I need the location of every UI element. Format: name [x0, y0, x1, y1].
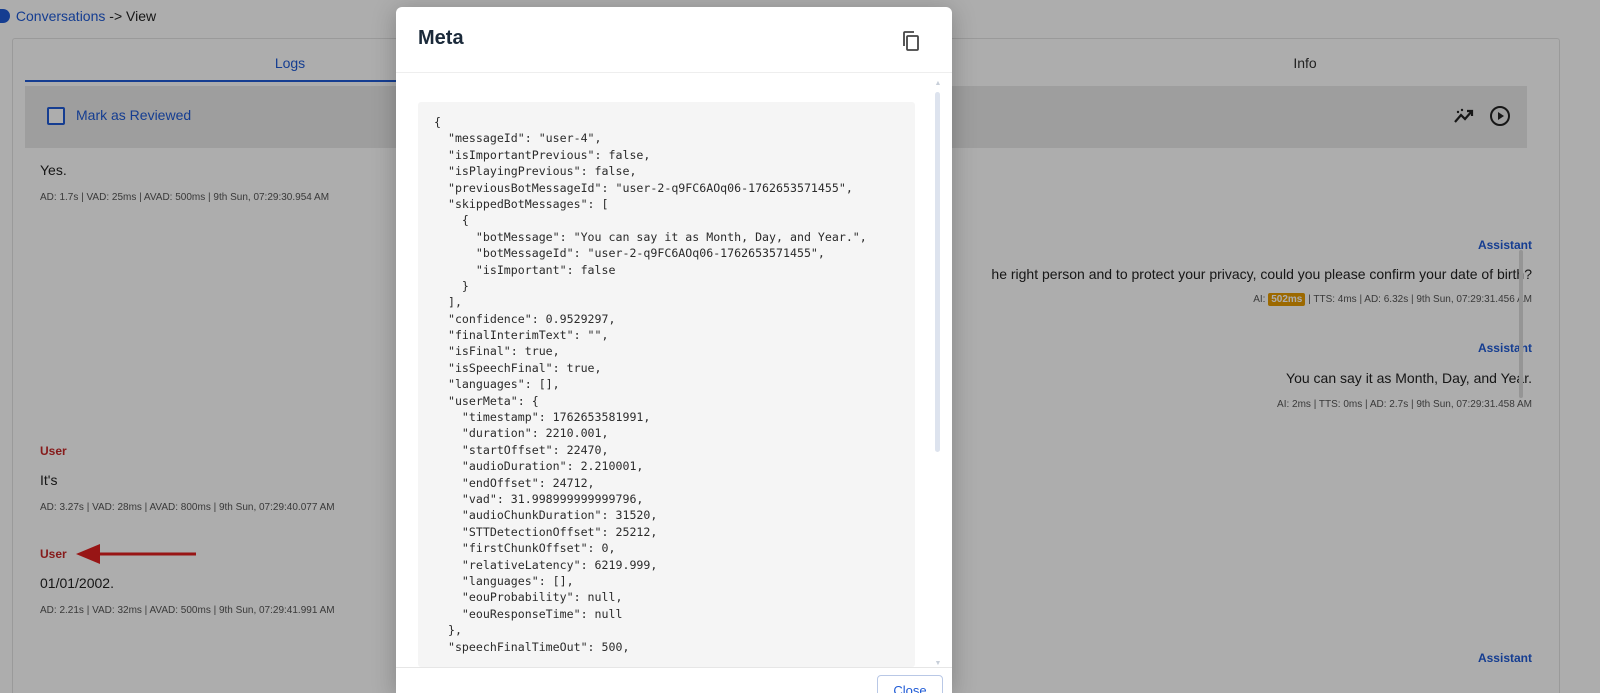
code-line: "STTDetectionOffset": 25212, — [434, 524, 658, 539]
code-line: "startOffset": 22470, — [434, 442, 609, 457]
code-line: "speechFinalTimeOut": 500, — [434, 639, 630, 654]
code-line: "firstChunkOffset": 0, — [434, 541, 616, 556]
modal-scrollbar-thumb[interactable] — [935, 92, 940, 452]
code-line: "isImportantPrevious": false, — [434, 147, 651, 162]
code-line: "isPlayingPrevious": false, — [434, 164, 637, 179]
code-line: "confidence": 0.9529297, — [434, 311, 616, 326]
code-line: "eouResponseTime": null — [434, 606, 623, 621]
code-line: "skippedBotMessages": [ — [434, 196, 609, 211]
modal-footer-divider — [396, 667, 952, 668]
code-line: "vad": 31.998999999999796, — [434, 491, 644, 506]
code-line: "audioChunkDuration": 31520, — [434, 508, 658, 523]
code-line: } — [434, 278, 469, 293]
code-line: "eouProbability": null, — [434, 590, 623, 605]
json-code-block: { "messageId": "user-4", "isImportantPre… — [418, 102, 915, 667]
copy-icon[interactable] — [899, 29, 923, 53]
code-line: "messageId": "user-4", — [434, 131, 602, 146]
code-line: "previousBotMessageId": "user-2-q9FC6AOq… — [434, 180, 853, 195]
modal-title: Meta — [418, 27, 464, 49]
code-line: }, — [434, 623, 462, 638]
code-line: "userMeta": { — [434, 393, 539, 408]
close-button[interactable]: Close — [877, 675, 943, 693]
code-line: ], — [434, 295, 462, 310]
code-line: "finalInterimText": "", — [434, 328, 609, 343]
code-line: { — [434, 213, 469, 228]
code-line: "duration": 2210.001, — [434, 426, 609, 441]
code-line: { — [434, 115, 441, 129]
meta-modal: Meta { "messageId": "user-4", "isImporta… — [396, 7, 952, 693]
code-line: "audioDuration": 2.210001, — [434, 459, 644, 474]
code-line: "isImportant": false — [434, 262, 616, 277]
code-line: "botMessageId": "user-2-q9FC6AOq06-17626… — [434, 246, 825, 261]
modal-header-divider — [396, 72, 952, 73]
code-line: "botMessage": "You can say it as Month, … — [434, 229, 867, 244]
code-line: "timestamp": 1762653581991, — [434, 410, 651, 425]
code-line: "isSpeechFinal": true, — [434, 360, 602, 375]
code-line: "languages": [], — [434, 573, 574, 588]
code-line: "relativeLatency": 6219.999, — [434, 557, 658, 572]
code-line: "languages": [], — [434, 377, 560, 392]
modal-scrollbar[interactable]: ▲ ▼ — [934, 80, 942, 668]
scroll-up-arrow-icon[interactable]: ▲ — [934, 80, 942, 88]
code-line: "isFinal": true, — [434, 344, 560, 359]
code-line: "endOffset": 24712, — [434, 475, 595, 490]
